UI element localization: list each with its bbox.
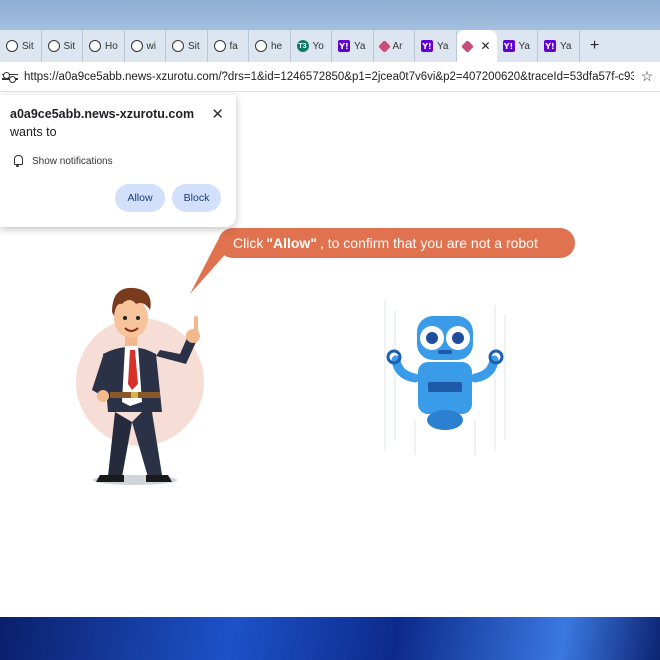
globe-icon [47, 40, 60, 52]
url-field[interactable]: https://a0a9ce5abb.news-xzurotu.com/?drs… [24, 71, 634, 83]
site-icon: T3 [296, 40, 309, 52]
desktop-wallpaper-bottom [0, 617, 660, 660]
globe-icon [172, 40, 184, 52]
tab-label: Ya [354, 40, 366, 52]
permission-buttons: Allow Block [115, 184, 221, 212]
permission-request-row: Show notifications [10, 155, 226, 167]
yahoo-icon: Y! [421, 40, 433, 52]
tab-label: Ho [105, 40, 118, 52]
speech-bubble: Click "Allow" , to confirm that you are … [218, 228, 575, 258]
gift-icon [377, 39, 391, 53]
close-icon[interactable]: ✕ [211, 105, 224, 123]
browser-tab[interactable]: Sit [42, 30, 83, 62]
yahoo-icon: Y! [544, 40, 556, 52]
tab-label: Sit [22, 40, 34, 52]
tab-label: Ar [392, 40, 403, 52]
browser-tab[interactable]: Y! Ya [415, 30, 457, 62]
bookmark-star-icon[interactable]: ☆ [634, 68, 660, 85]
tab-label: Sit [63, 40, 76, 52]
allow-button[interactable]: Allow [115, 184, 165, 212]
globe-icon [89, 40, 101, 52]
notification-permission-popup: a0a9ce5abb.news-xzurotu.com wants to ✕ S… [0, 95, 236, 227]
permission-wants-to: wants to [10, 125, 57, 139]
desktop-background-top [0, 0, 660, 30]
tab-label: Ya [518, 40, 531, 52]
browser-tab[interactable]: Y! Ya [538, 30, 580, 62]
browser-tab[interactable]: Sit [166, 30, 208, 62]
yahoo-icon: Y! [338, 40, 350, 52]
permission-site: a0a9ce5abb.news-xzurotu.com [10, 107, 195, 121]
tab-label: Ya [560, 40, 572, 52]
globe-icon [130, 40, 143, 52]
address-bar: https://a0a9ce5abb.news-xzurotu.com/?drs… [0, 62, 660, 92]
bell-icon [12, 155, 24, 167]
browser-tab[interactable]: he [249, 30, 291, 62]
globe-icon [6, 40, 18, 52]
block-button[interactable]: Block [172, 184, 221, 212]
new-tab-button[interactable]: + [580, 30, 610, 62]
screen: Sit Sit Ho wi Sit fa he T3 Yo Y! Ya Ar Y! Ya ✕ Y! Ya Y! Ya… [0, 0, 660, 660]
tab-label: fa [229, 40, 238, 52]
tab-label: Yo [312, 40, 324, 52]
tab-label: Ya [437, 40, 449, 52]
yahoo-icon: Y! [502, 40, 515, 52]
tab-label: Sit [188, 40, 200, 52]
browser-tab[interactable]: T3 Yo [291, 30, 332, 62]
browser-tab[interactable]: Sit [0, 30, 42, 62]
browser-tab[interactable]: Ar [374, 30, 415, 62]
browser-tab[interactable]: Y! Ya [332, 30, 374, 62]
robot-illustration [384, 300, 506, 455]
site-settings-icon[interactable] [2, 69, 18, 85]
browser-tab[interactable]: Ho [83, 30, 125, 62]
browser-tab[interactable]: fa [208, 30, 249, 62]
browser-tab[interactable]: ✕ [456, 30, 497, 62]
speech-emphasis: "Allow" [266, 235, 317, 251]
gift-icon [460, 39, 474, 53]
tab-strip: Sit Sit Ho wi Sit fa he T3 Yo Y! Ya Ar Y! Ya ✕ Y! Ya Y! Ya… [0, 30, 660, 62]
globe-icon [213, 40, 226, 52]
tab-label: he [271, 40, 283, 52]
tab-label: wi [146, 40, 156, 52]
globe-icon [255, 40, 267, 52]
browser-tab[interactable]: wi [125, 30, 166, 62]
speech-suffix: , to confirm that you are not a robot [319, 235, 538, 251]
browser-tab[interactable]: Y! Ya [497, 30, 538, 62]
close-tab-icon[interactable]: ✕ [480, 39, 490, 53]
permission-request-label: Show notifications [32, 155, 113, 167]
businessman-illustration [76, 287, 204, 485]
speech-prefix: Click [233, 235, 264, 251]
